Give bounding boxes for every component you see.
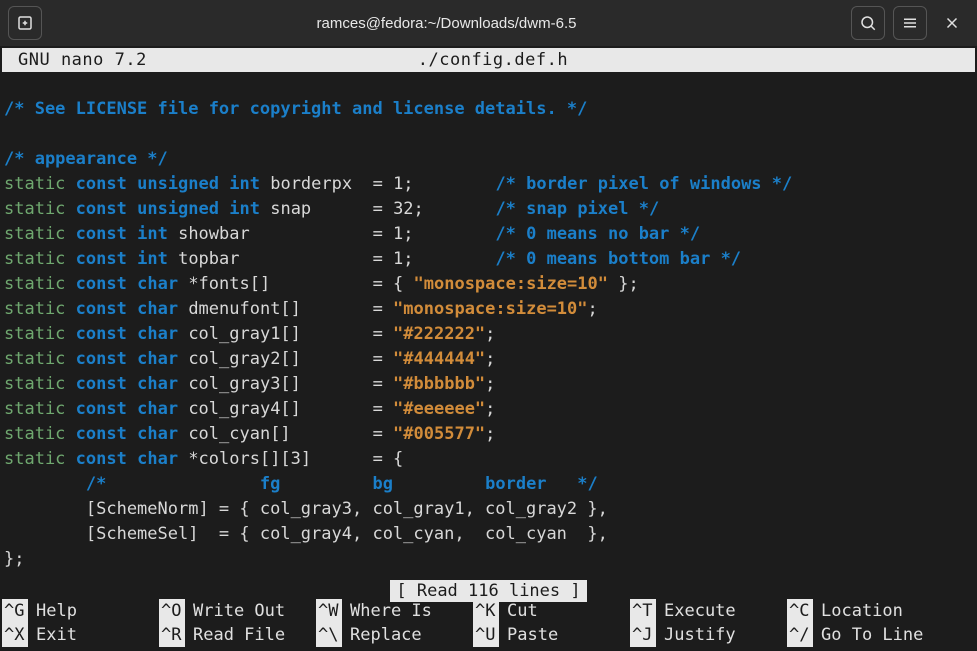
shortcut-key: ^\ — [316, 623, 342, 647]
shortcut-label: Where Is — [342, 599, 432, 623]
shortcut-key: ^R — [159, 623, 185, 647]
shortcut-label: Read File — [185, 623, 285, 647]
nano-filename: ./config.def.h — [147, 50, 839, 70]
shortcut-go-to-line[interactable]: ^/Go To Line — [787, 623, 944, 647]
nano-version: GNU nano 7.2 — [18, 50, 147, 70]
shortcut-key: ^/ — [787, 623, 813, 647]
shortcuts-bar: ^GHelp^OWrite Out^WWhere Is^KCut^TExecut… — [0, 597, 977, 651]
shortcut-write-out[interactable]: ^OWrite Out — [159, 599, 316, 623]
shortcut-execute[interactable]: ^TExecute — [630, 599, 787, 623]
shortcut-key: ^C — [787, 599, 813, 623]
shortcut-label: Paste — [499, 623, 558, 647]
shortcut-replace[interactable]: ^\Replace — [316, 623, 473, 647]
new-tab-button[interactable] — [8, 6, 42, 40]
shortcut-key: ^U — [473, 623, 499, 647]
code-content[interactable]: /* See LICENSE file for copyright and li… — [2, 72, 975, 597]
shortcut-location[interactable]: ^CLocation — [787, 599, 944, 623]
shortcut-key: ^X — [2, 623, 28, 647]
shortcut-label: Replace — [342, 623, 422, 647]
shortcut-key: ^T — [630, 599, 656, 623]
shortcut-key: ^W — [316, 599, 342, 623]
nano-header: GNU nano 7.2 ./config.def.h — [2, 48, 975, 72]
menu-button[interactable] — [893, 6, 927, 40]
shortcut-label: Location — [813, 599, 903, 623]
shortcuts-row-2: ^XExit^RRead File^\Replace^UPaste^JJusti… — [2, 623, 975, 647]
shortcut-help[interactable]: ^GHelp — [2, 599, 159, 623]
close-button[interactable] — [935, 6, 969, 40]
titlebar: ramces@fedora:~/Downloads/dwm-6.5 — [0, 0, 977, 46]
shortcut-key: ^G — [2, 599, 28, 623]
shortcut-cut[interactable]: ^KCut — [473, 599, 630, 623]
shortcut-label: Justify — [656, 623, 736, 647]
shortcut-label: Execute — [656, 599, 736, 623]
shortcut-label: Exit — [28, 623, 77, 647]
shortcut-exit[interactable]: ^XExit — [2, 623, 159, 647]
shortcut-label: Help — [28, 599, 77, 623]
shortcut-paste[interactable]: ^UPaste — [473, 623, 630, 647]
shortcut-read-file[interactable]: ^RRead File — [159, 623, 316, 647]
shortcut-justify[interactable]: ^JJustify — [630, 623, 787, 647]
shortcuts-row-1: ^GHelp^OWrite Out^WWhere Is^KCut^TExecut… — [2, 599, 975, 623]
search-button[interactable] — [851, 6, 885, 40]
window-title: ramces@fedora:~/Downloads/dwm-6.5 — [50, 15, 843, 32]
shortcut-label: Write Out — [185, 599, 285, 623]
shortcut-where-is[interactable]: ^WWhere Is — [316, 599, 473, 623]
shortcut-key: ^K — [473, 599, 499, 623]
shortcut-label: Cut — [499, 599, 538, 623]
shortcut-label: Go To Line — [813, 623, 923, 647]
editor-area[interactable]: GNU nano 7.2 ./config.def.h /* See LICEN… — [0, 46, 977, 599]
shortcut-key: ^O — [159, 599, 185, 623]
shortcut-key: ^J — [630, 623, 656, 647]
